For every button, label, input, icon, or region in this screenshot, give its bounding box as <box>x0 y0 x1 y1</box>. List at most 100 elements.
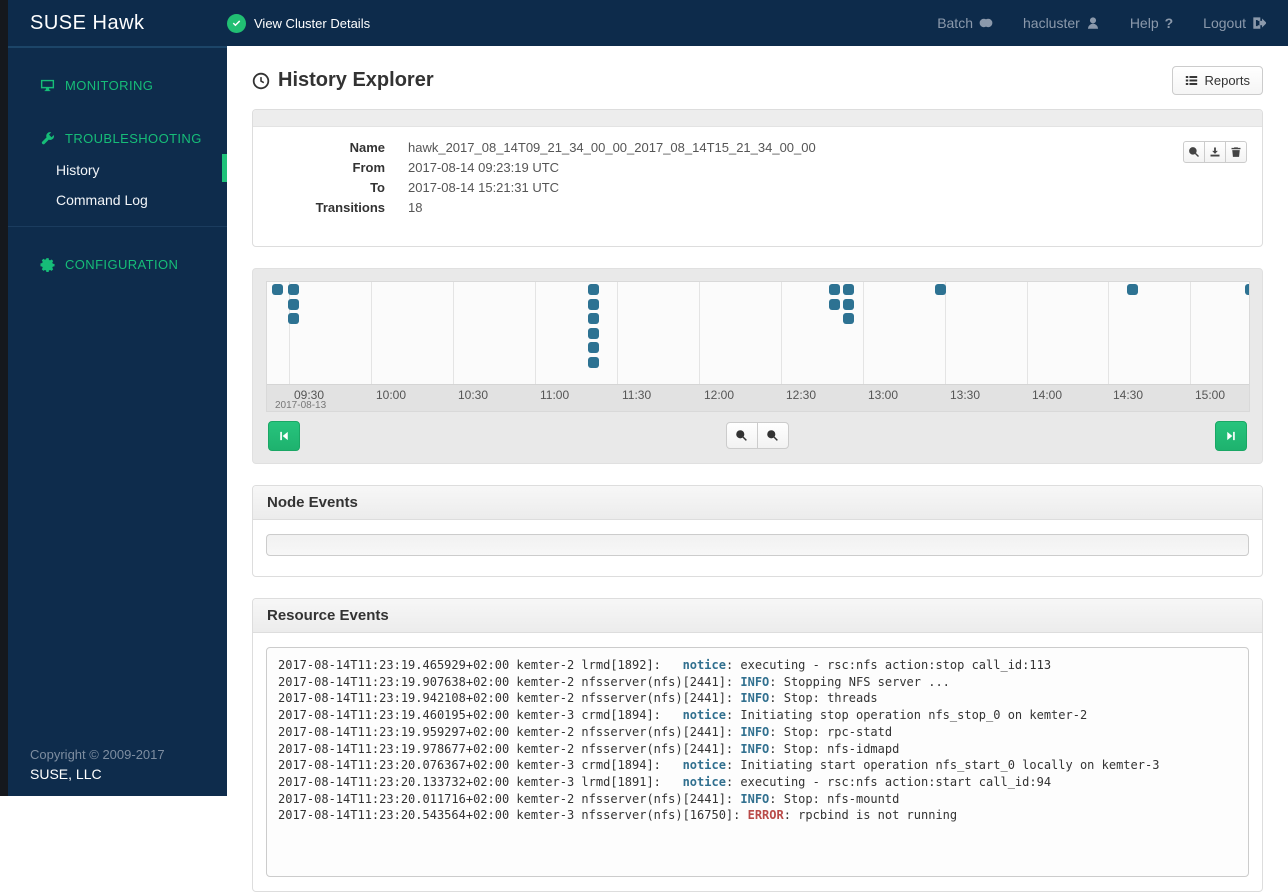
page-title: History Explorer <box>252 69 434 92</box>
timeline-tick-label: 09:30 <box>294 388 325 402</box>
report-name-value: hawk_2017_08_14T09_21_34_00_00_2017_08_1… <box>408 140 816 155</box>
zoom-in-icon <box>736 430 747 441</box>
timeline-controls <box>266 421 1249 451</box>
report-view-button[interactable] <box>1183 141 1205 163</box>
monitoring-label: MONITORING <box>65 78 154 93</box>
log-level-badge: INFO <box>740 741 770 756</box>
report-transitions-row: Transitions 18 <box>253 200 1248 215</box>
view-cluster-details-link[interactable]: View Cluster Details <box>227 13 371 33</box>
logout-button[interactable]: Logout <box>1203 15 1266 31</box>
report-name-row: Name hawk_2017_08_14T09_21_34_00_00_2017… <box>253 140 1248 155</box>
report-summary-body: Name hawk_2017_08_14T09_21_34_00_00_2017… <box>253 127 1262 246</box>
timeline-event-marker[interactable] <box>1245 284 1249 295</box>
log-line: 2017-08-14T11:23:19.460195+02:00 kemter-… <box>278 708 1088 723</box>
log-level-badge: notice <box>682 774 726 789</box>
timeline-event-marker[interactable] <box>588 284 599 295</box>
log-line: 2017-08-14T11:23:20.011716+02:00 kemter-… <box>278 791 900 806</box>
timeline-zoom-group <box>725 422 789 449</box>
timeline-zoom-in-button[interactable] <box>725 422 758 449</box>
timeline-event-marker[interactable] <box>588 313 599 324</box>
timeline-go-start-button[interactable] <box>268 421 300 451</box>
resource-events-log[interactable]: 2017-08-14T11:23:19.465929+02:00 kemter-… <box>266 647 1249 877</box>
node-events-heading: Node Events <box>253 486 1262 520</box>
help-icon: ? <box>1164 15 1174 31</box>
log-line: 2017-08-14T11:23:20.543564+02:00 kemter-… <box>278 808 958 823</box>
report-download-button[interactable] <box>1204 141 1226 163</box>
from-label: From <box>352 160 386 175</box>
timeline-gridline <box>863 282 864 386</box>
report-from-row: From 2017-08-14 09:23:19 UTC <box>253 160 1248 175</box>
batch-label: Batch <box>937 15 973 31</box>
timeline-event-marker[interactable] <box>588 299 599 310</box>
window-edge <box>0 0 8 796</box>
timeline-widget[interactable]: 2017-08-13 09:30 10:00 10:30 11:00 11:30 12:0… <box>266 281 1250 412</box>
reports-button[interactable]: Reports <box>1172 66 1263 95</box>
troubleshooting-label: TROUBLESHOOTING <box>65 131 202 146</box>
resource-events-panel: Resource Events 2017-08-14T11:23:19.4659… <box>252 598 1263 892</box>
company-text: SUSE, LLC <box>30 766 102 782</box>
timeline-event-marker[interactable] <box>272 284 283 295</box>
timeline-event-marker[interactable] <box>588 328 599 339</box>
timeline-tick-label: 11:00 <box>540 388 570 402</box>
report-delete-button[interactable] <box>1225 141 1247 163</box>
timeline-gridline <box>453 282 454 386</box>
timeline-tick-label: 14:30 <box>1113 388 1144 402</box>
username-label: hacluster <box>1023 15 1080 31</box>
sidebar-item-history[interactable]: History <box>0 154 227 184</box>
download-icon <box>1210 147 1220 157</box>
timeline-tick-label: 15:00 <box>1195 388 1226 402</box>
sidebar-item-troubleshooting[interactable]: TROUBLESHOOTING <box>0 123 227 154</box>
page-header: History Explorer Reports <box>252 66 1263 95</box>
timeline-zoom-out-button[interactable] <box>756 422 789 449</box>
timeline-event-marker[interactable] <box>843 313 854 324</box>
timeline-tick-label: 11:30 <box>622 388 652 402</box>
help-menu[interactable]: Help ? <box>1130 15 1173 31</box>
zoom-out-icon <box>767 430 778 441</box>
timeline-event-marker[interactable] <box>935 284 946 295</box>
logout-label: Logout <box>1203 15 1246 31</box>
timeline-panel: 2017-08-13 09:30 10:00 10:30 11:00 11:30 12:0… <box>252 268 1263 464</box>
topnav: Batch hacluster Help ? Logout <box>937 15 1288 31</box>
view-cluster-details-label: View Cluster Details <box>254 15 371 31</box>
timeline-event-marker[interactable] <box>588 357 599 368</box>
timeline-gridline <box>1190 282 1191 386</box>
timeline-event-marker[interactable] <box>288 284 299 295</box>
timeline-gridline <box>289 282 290 386</box>
copyright-text: Copyright © 2009-2017 <box>30 747 165 762</box>
timeline-go-end-button[interactable] <box>1215 421 1247 451</box>
logout-icon <box>1253 17 1266 29</box>
monitor-icon <box>40 79 55 92</box>
batch-button[interactable]: Batch <box>937 15 993 31</box>
timeline-gridline <box>1027 282 1028 386</box>
log-line: 2017-08-14T11:23:20.076367+02:00 kemter-… <box>278 758 1160 773</box>
skip-to-end-icon <box>1227 431 1235 441</box>
wrench-icon <box>41 132 54 145</box>
timeline-event-marker[interactable] <box>843 299 854 310</box>
timeline-event-marker[interactable] <box>843 284 854 295</box>
log-line: 2017-08-14T11:23:19.978677+02:00 kemter-… <box>278 741 900 756</box>
log-line: 2017-08-14T11:23:19.907638+02:00 kemter-… <box>278 674 950 689</box>
sidebar-item-command-log[interactable]: Command Log <box>0 186 227 214</box>
timeline-event-marker[interactable] <box>1127 284 1138 295</box>
timeline-event-marker[interactable] <box>288 299 299 310</box>
user-menu[interactable]: hacluster <box>1023 15 1100 31</box>
timeline-tick-label: 14:00 <box>1032 388 1063 402</box>
timeline-gridline <box>371 282 372 386</box>
log-line: 2017-08-14T11:23:19.959297+02:00 kemter-… <box>278 724 893 739</box>
main-content: History Explorer Reports Name hawk_2017_… <box>227 46 1288 892</box>
log-level-badge: INFO <box>740 674 770 689</box>
timeline-event-marker[interactable] <box>588 342 599 353</box>
timeline-gridline <box>781 282 782 386</box>
timeline-tick-label: 10:00 <box>376 388 407 402</box>
sidebar-item-monitoring[interactable]: MONITORING <box>0 70 227 101</box>
resource-events-heading: Resource Events <box>253 599 1262 633</box>
log-level-badge: notice <box>682 658 726 672</box>
timeline-event-marker[interactable] <box>829 299 840 310</box>
node-events-empty-box <box>266 534 1249 556</box>
batch-toggle-icon <box>979 18 993 28</box>
timeline-event-marker[interactable] <box>829 284 840 295</box>
timeline-event-marker[interactable] <box>288 313 299 324</box>
sidebar-item-configuration[interactable]: CONFIGURATION <box>0 249 227 280</box>
report-to-value: 2017-08-14 15:21:31 UTC <box>408 180 560 195</box>
app-logo[interactable]: SUSE Hawk <box>0 0 227 46</box>
